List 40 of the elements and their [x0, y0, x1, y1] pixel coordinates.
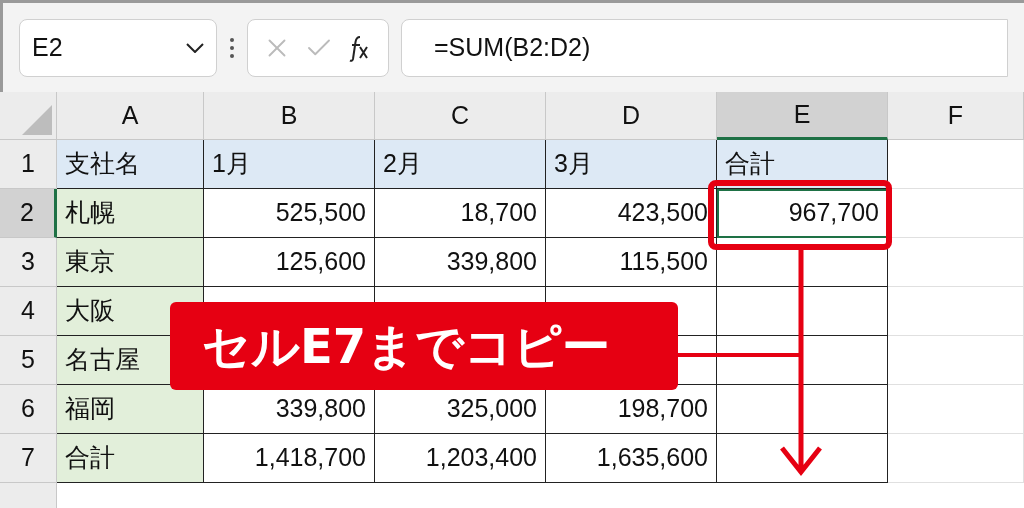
table-cell: 福岡 — [57, 385, 204, 434]
table-cell: 東京 — [57, 238, 204, 287]
column-header[interactable]: C — [375, 92, 546, 140]
row-header[interactable]: 6 — [0, 385, 57, 434]
row-header[interactable]: 1 — [0, 140, 57, 189]
column-header[interactable]: E — [717, 92, 888, 140]
table-cell: 1,203,400 — [375, 434, 546, 483]
table-cell: 札幌 — [57, 189, 204, 238]
triangle-icon — [22, 105, 52, 135]
table-cell: 支社名 — [57, 140, 204, 189]
select-all-corner[interactable] — [0, 92, 57, 140]
row-header[interactable]: 7 — [0, 434, 57, 483]
table-cell: 198,700 — [546, 385, 717, 434]
table-cell: 1,418,700 — [204, 434, 375, 483]
table-cell: 1月 — [204, 140, 375, 189]
table-cell: 967,700 — [717, 189, 888, 238]
table-cell: 1,635,600 — [546, 434, 717, 483]
row-header[interactable] — [0, 483, 57, 508]
row-header[interactable]: 2 — [0, 189, 57, 238]
row-header[interactable]: 4 — [0, 287, 57, 336]
column-header[interactable]: D — [546, 92, 717, 140]
name-box[interactable]: E2 — [19, 18, 217, 77]
column-header[interactable]: B — [204, 92, 375, 140]
formula-field[interactable]: =SUM(B2:D2) — [401, 18, 1008, 77]
table-cell: 125,600 — [204, 238, 375, 287]
callout-label: セルE7までコピー — [170, 302, 678, 390]
table-cell: 2月 — [375, 140, 546, 189]
table-cell: 合計 — [57, 434, 204, 483]
table-cell: 525,500 — [204, 189, 375, 238]
row-header[interactable]: 3 — [0, 238, 57, 287]
table-cell: 423,500 — [546, 189, 717, 238]
more-options-icon[interactable] — [229, 36, 235, 59]
chevron-down-icon — [186, 42, 204, 53]
table-cell: 339,800 — [375, 238, 546, 287]
column-header[interactable]: F — [888, 92, 1024, 140]
table-cell: 115,500 — [546, 238, 717, 287]
table-cell: 3月 — [546, 140, 717, 189]
column-header[interactable]: A — [57, 92, 204, 140]
row-header[interactable]: 5 — [0, 336, 57, 385]
table-cell: 18,700 — [375, 189, 546, 238]
